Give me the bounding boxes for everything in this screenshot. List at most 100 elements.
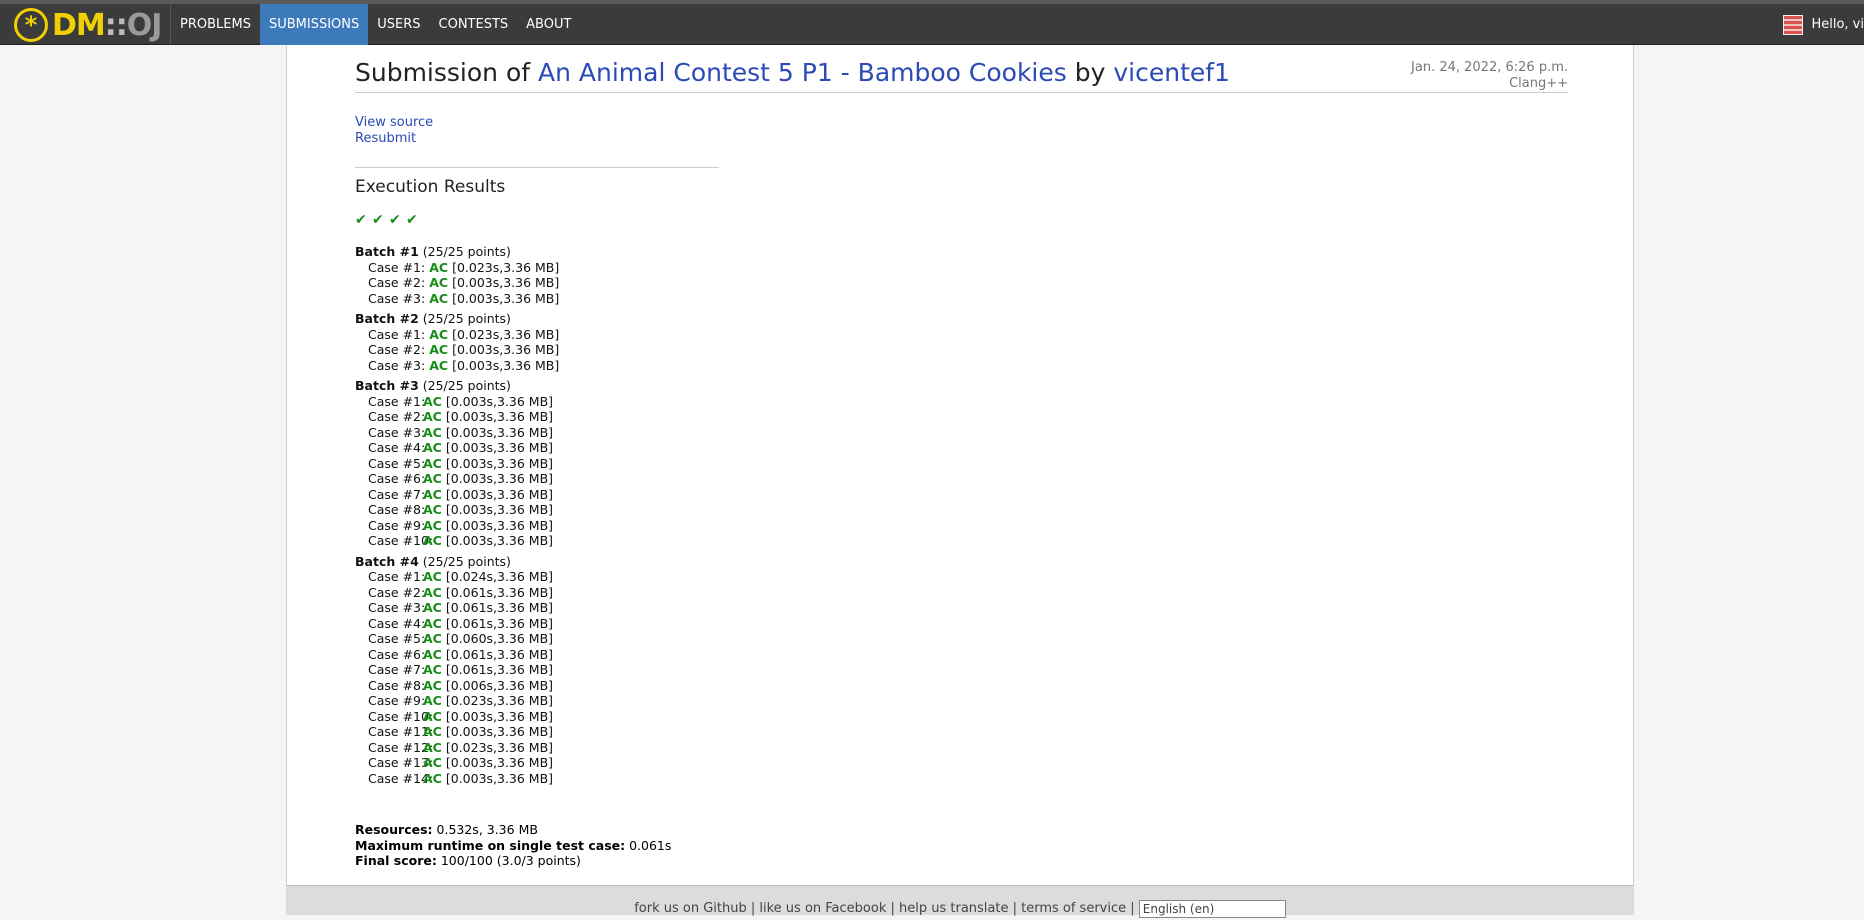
nav-item-contests[interactable]: CONTESTS bbox=[430, 4, 518, 45]
case-stats: [0.003s,3.36 MB] bbox=[445, 502, 554, 517]
case-row: Case #1: AC [0.023s,3.36 MB] bbox=[368, 327, 559, 343]
batch-points: (25/25 points) bbox=[422, 378, 511, 393]
case-result: AC bbox=[423, 693, 442, 708]
batch-name: Batch #2 bbox=[355, 311, 419, 326]
batch-points: (25/25 points) bbox=[422, 244, 511, 259]
case-label: Case #10: bbox=[368, 533, 434, 548]
action-links: View source Resubmit bbox=[355, 115, 433, 147]
logo-dm: DM bbox=[52, 7, 106, 43]
case-stats: [0.003s,3.36 MB] bbox=[445, 517, 554, 533]
case-result: AC bbox=[423, 440, 442, 455]
case-result: AC bbox=[423, 455, 442, 471]
logo-separator: :: bbox=[104, 7, 128, 43]
case-row: Case #3: AC [0.003s,3.36 MB] bbox=[368, 358, 559, 374]
nav-item-problems[interactable]: PROBLEMS bbox=[171, 4, 260, 45]
case-stats: [0.003s,3.36 MB] bbox=[445, 409, 554, 424]
case-result: AC bbox=[423, 533, 442, 548]
case-row: Case #5: AC [0.060s,3.36 MB] bbox=[368, 631, 559, 647]
user-menu[interactable]: Hello, vi bbox=[1783, 4, 1864, 45]
resources-value: 0.532s, 3.36 MB bbox=[436, 822, 538, 837]
resources-label: Resources: bbox=[355, 822, 433, 837]
case-label: Case #1: bbox=[368, 326, 426, 342]
logo-oj: OJ bbox=[126, 7, 163, 43]
case-label: Case #14: bbox=[368, 770, 434, 786]
case-stats: [0.003s,3.36 MB] bbox=[445, 471, 554, 486]
case-result: AC bbox=[423, 424, 442, 440]
batch-cases: Case #1: AC [0.023s,3.36 MB] Case #2: AC [0.0… bbox=[355, 327, 559, 374]
case-row: Case #11: AC [0.003s,3.36 MB] bbox=[368, 724, 559, 740]
greeting-text: Hello, vi bbox=[1811, 17, 1864, 32]
case-stats: [0.023s,3.36 MB] bbox=[445, 693, 554, 708]
view-source-link[interactable]: View source bbox=[355, 115, 433, 131]
case-row: Case #5: AC [0.003s,3.36 MB] bbox=[368, 456, 559, 472]
case-result: AC bbox=[429, 326, 449, 342]
case-label: Case #6: bbox=[368, 471, 426, 486]
case-row: Case #13: AC [0.003s,3.36 MB] bbox=[368, 755, 559, 771]
case-row: Case #2: AC [0.003s,3.36 MB] bbox=[368, 275, 559, 291]
case-row: Case #9: AC [0.023s,3.36 MB] bbox=[368, 693, 559, 709]
case-label: Case #12: bbox=[368, 739, 434, 755]
case-stats: [0.003s,3.36 MB] bbox=[445, 393, 554, 409]
language-select[interactable]: English (en) bbox=[1138, 899, 1286, 918]
case-stats: [0.061s,3.36 MB] bbox=[445, 646, 554, 662]
case-stats: [0.003s,3.36 MB] bbox=[445, 455, 554, 471]
case-stats: [0.006s,3.36 MB] bbox=[445, 677, 554, 693]
case-result: AC bbox=[423, 631, 442, 646]
case-result: AC bbox=[423, 471, 442, 486]
check-icon: ✔ bbox=[355, 212, 367, 228]
title-prefix: Submission of bbox=[355, 58, 531, 87]
case-stats: [0.003s,3.36 MB] bbox=[445, 724, 554, 739]
case-row: Case #2: AC [0.061s,3.36 MB] bbox=[368, 585, 559, 601]
check-icon: ✔ bbox=[372, 212, 384, 228]
case-label: Case #5: bbox=[368, 631, 426, 646]
case-row: Case #1: AC [0.024s,3.36 MB] bbox=[368, 569, 559, 585]
check-icon: ✔ bbox=[389, 212, 401, 228]
case-label: Case #4: bbox=[368, 440, 426, 455]
case-stats: [0.061s,3.36 MB] bbox=[445, 584, 554, 600]
resubmit-link[interactable]: Resubmit bbox=[355, 131, 433, 147]
case-stats: [0.003s,3.36 MB] bbox=[445, 770, 554, 786]
final-score-value: 100/100 (3.0/3 points) bbox=[440, 853, 581, 868]
footer-links[interactable]: fork us on Github | like us on Facebook … bbox=[634, 901, 1134, 916]
problem-link[interactable]: An Animal Contest 5 P1 - Bamboo Cookies bbox=[538, 58, 1067, 87]
user-link[interactable]: vicentef1 bbox=[1113, 58, 1230, 87]
case-label: Case #2: bbox=[368, 342, 426, 357]
case-row: Case #6: AC [0.061s,3.36 MB] bbox=[368, 647, 559, 663]
case-label: Case #8: bbox=[368, 677, 426, 693]
nav-item-users[interactable]: USERS bbox=[368, 4, 429, 45]
case-stats: [0.003s,3.36 MB] bbox=[445, 533, 554, 548]
batch-header: Batch #4 (25/25 points) bbox=[355, 554, 559, 570]
case-result: AC bbox=[423, 393, 442, 409]
submission-meta: Jan. 24, 2022, 6:26 p.m. Clang++ bbox=[1411, 60, 1568, 92]
site-logo[interactable]: * DM::OJ bbox=[14, 7, 163, 43]
case-row: Case #8: AC [0.003s,3.36 MB] bbox=[368, 502, 559, 518]
case-row: Case #2: AC [0.003s,3.36 MB] bbox=[368, 342, 559, 358]
case-label: Case #13: bbox=[368, 755, 434, 770]
main-content: Submission of An Animal Contest 5 P1 - B… bbox=[286, 45, 1634, 885]
asterisk-icon: * bbox=[14, 8, 48, 42]
case-label: Case #7: bbox=[368, 486, 426, 502]
case-stats: [0.003s,3.36 MB] bbox=[452, 275, 560, 290]
case-label: Case #5: bbox=[368, 455, 426, 471]
max-runtime-row: Maximum runtime on single test case: 0.0… bbox=[355, 838, 671, 854]
batch-name: Batch #3 bbox=[355, 378, 419, 393]
case-stats: [0.003s,3.36 MB] bbox=[445, 755, 554, 770]
case-result: AC bbox=[423, 724, 442, 739]
case-result: AC bbox=[423, 677, 442, 693]
case-label: Case #3: bbox=[368, 424, 426, 440]
case-result: AC bbox=[423, 615, 442, 631]
case-stats: [0.061s,3.36 MB] bbox=[445, 615, 554, 631]
submission-date: Jan. 24, 2022, 6:26 p.m. bbox=[1411, 60, 1568, 75]
case-stats: [0.023s,3.36 MB] bbox=[452, 259, 560, 275]
case-stats: [0.061s,3.36 MB] bbox=[445, 662, 554, 677]
logo-text: DM::OJ bbox=[52, 7, 163, 43]
nav-item-about[interactable]: ABOUT bbox=[517, 4, 580, 45]
case-result: AC bbox=[429, 357, 449, 373]
submission-language: Clang++ bbox=[1509, 76, 1568, 91]
nav-item-submissions[interactable]: SUBMISSIONS bbox=[259, 4, 369, 45]
avatar[interactable] bbox=[1783, 14, 1804, 35]
footer: fork us on Github | like us on Facebook … bbox=[286, 885, 1634, 918]
batch-cases: Case #1: AC [0.003s,3.36 MB] Case #2: AC [0.0… bbox=[355, 394, 559, 549]
case-stats: [0.003s,3.36 MB] bbox=[452, 357, 560, 373]
case-row: Case #4: AC [0.003s,3.36 MB] bbox=[368, 440, 559, 456]
